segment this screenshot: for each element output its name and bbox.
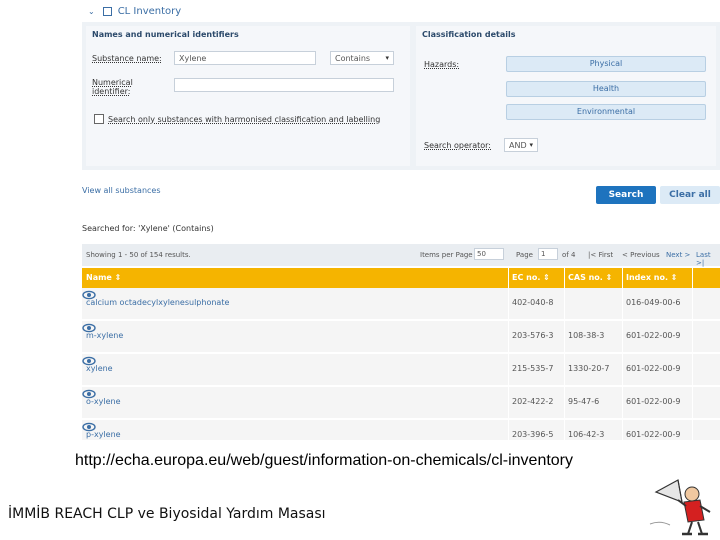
search-panel: Names and numerical identifiers Substanc… xyxy=(82,22,720,170)
search-operator-label: Search operator: xyxy=(424,141,491,150)
dropdown-arrow-icon: ▾ xyxy=(385,54,389,62)
ec-number: 203-396-5 xyxy=(512,430,554,439)
classification-section: Classification details Hazards: Physical… xyxy=(416,26,716,166)
page-total: of 4 xyxy=(562,251,576,259)
substance-name-link[interactable]: calcium octadecylxylenesulphonate xyxy=(86,298,229,307)
harmonised-checkbox-row[interactable]: Search only substances with harmonised c… xyxy=(94,114,380,124)
source-url-caption: http://echa.europa.eu/web/guest/informat… xyxy=(0,452,720,470)
page-select[interactable]: 1 xyxy=(538,248,558,260)
clear-all-button[interactable]: Clear all xyxy=(660,186,720,204)
chevron-down-icon: ⌄ xyxy=(88,6,95,16)
health-hazard-button[interactable]: Health xyxy=(506,81,706,97)
ec-number: 203-576-3 xyxy=(512,331,554,340)
view-all-substances-link[interactable]: View all substances xyxy=(82,186,161,195)
table-row[interactable]: xylene 215-535-7 1330-20-7 601-022-00-9 xyxy=(82,354,720,387)
table-row[interactable]: p-xylene 203-396-5 106-42-3 601-022-00-9 xyxy=(82,420,720,440)
column-divider xyxy=(564,268,565,440)
cl-inventory-icon xyxy=(102,6,112,16)
index-number: 016-049-00-6 xyxy=(626,298,681,307)
table-row[interactable]: o-xylene 202-422-2 95-47-6 601-022-00-9 xyxy=(82,387,720,420)
results-pager: Showing 1 - 50 of 154 results. Items per… xyxy=(82,244,720,267)
column-header-cas[interactable]: CAS no. ⇕ xyxy=(568,273,612,282)
ec-number: 215-535-7 xyxy=(512,364,554,373)
substance-name-label: Substance name: xyxy=(92,54,162,63)
ec-number: 202-422-2 xyxy=(512,397,554,406)
harmonised-checkbox[interactable] xyxy=(94,114,104,124)
items-per-page-label: Items per Page xyxy=(420,251,473,259)
results-count: Showing 1 - 50 of 154 results. xyxy=(86,251,191,259)
column-divider xyxy=(508,268,509,440)
substance-name-input[interactable]: Xylene xyxy=(174,51,316,65)
substance-name-link[interactable]: xylene xyxy=(86,364,113,373)
cas-number: 95-47-6 xyxy=(568,397,600,406)
search-button[interactable]: Search xyxy=(596,186,656,204)
search-operator-select[interactable]: AND ▾ xyxy=(504,138,538,152)
physical-hazard-button[interactable]: Physical xyxy=(506,56,706,72)
page-label: Page xyxy=(516,251,533,259)
names-section-title: Names and numerical identifiers xyxy=(92,30,239,39)
ec-number: 402-040-8 xyxy=(512,298,554,307)
substance-name-link[interactable]: p-xylene xyxy=(86,430,121,439)
substance-operator-value: Contains xyxy=(335,53,371,63)
index-number: 601-022-00-9 xyxy=(626,430,681,439)
column-header-ec[interactable]: EC no. ⇕ xyxy=(512,273,550,282)
source-url-text: http://echa.europa.eu/web/guest/informat… xyxy=(74,452,574,469)
table-row[interactable]: calcium octadecylxylenesulphonate 402-04… xyxy=(82,288,720,321)
numerical-identifier-label: Numerical identifier: xyxy=(92,78,133,96)
column-header-index[interactable]: Index no. ⇕ xyxy=(626,273,678,282)
column-header-name[interactable]: Name ⇕ xyxy=(86,273,121,282)
table-row[interactable]: m-xylene 203-576-3 108-38-3 601-022-00-9 xyxy=(82,321,720,354)
column-divider xyxy=(622,268,623,440)
column-divider xyxy=(692,268,693,440)
numerical-identifier-input[interactable] xyxy=(174,78,394,92)
search-operator-value: AND xyxy=(509,140,527,150)
next-page-link[interactable]: Next > xyxy=(666,251,690,259)
first-page-link[interactable]: |< First xyxy=(588,251,613,259)
names-section: Names and numerical identifiers Substanc… xyxy=(86,26,410,166)
cas-number: 108-38-3 xyxy=(568,331,605,340)
index-number: 601-022-00-9 xyxy=(626,364,681,373)
harmonised-checkbox-label: Search only substances with harmonised c… xyxy=(108,114,381,124)
screenshot-region: ⌄ CL Inventory Names and numerical ident… xyxy=(82,0,720,440)
index-number: 601-022-00-9 xyxy=(626,397,681,406)
help-desk-mascot-logo xyxy=(649,479,711,536)
last-page-link[interactable]: Last >| xyxy=(696,251,720,267)
dropdown-arrow-icon: ▾ xyxy=(529,141,533,149)
previous-page-link[interactable]: < Previous xyxy=(622,251,660,259)
classification-section-title: Classification details xyxy=(422,30,516,39)
footer-title: İMMİB REACH CLP ve Biyosidal Yardım Masa… xyxy=(8,506,326,522)
environmental-hazard-button[interactable]: Environmental xyxy=(506,104,706,120)
substance-name-link[interactable]: o-xylene xyxy=(86,397,121,406)
items-per-page-select[interactable]: 50 xyxy=(474,248,504,260)
searched-for-text: Searched for: 'Xylene' (Contains) xyxy=(82,224,214,233)
substance-operator-select[interactable]: Contains ▾ xyxy=(330,51,394,65)
results-table-header: Name ⇕ EC no. ⇕ CAS no. ⇕ Index no. ⇕ xyxy=(82,268,720,288)
index-number: 601-022-00-9 xyxy=(626,331,681,340)
inventory-title: CL Inventory xyxy=(117,5,182,17)
cas-number: 106-42-3 xyxy=(568,430,605,439)
cas-number: 1330-20-7 xyxy=(568,364,610,373)
substance-name-link[interactable]: m-xylene xyxy=(86,331,123,340)
hazards-label: Hazards: xyxy=(424,60,460,69)
inventory-header[interactable]: ⌄ CL Inventory xyxy=(82,2,181,20)
